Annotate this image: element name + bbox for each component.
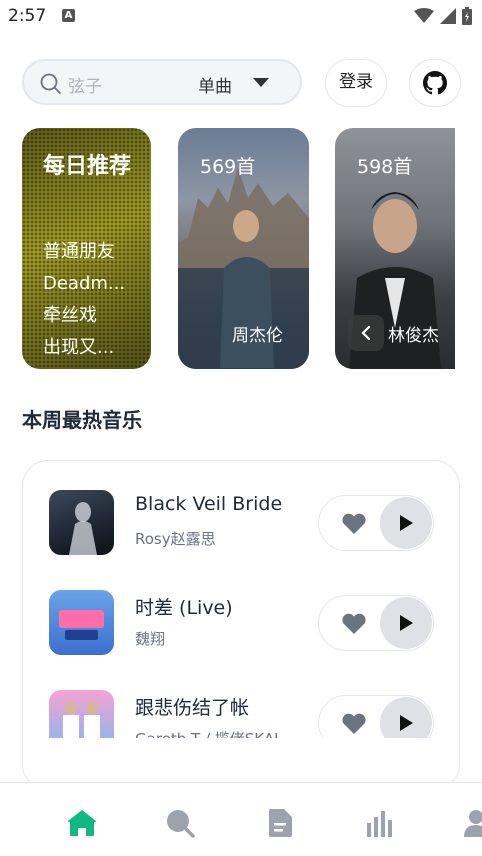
heart-icon[interactable] [341, 713, 367, 735]
status-time: 2:57 [8, 6, 47, 26]
list-item[interactable]: 时差 (Live) 魏翔 [23, 590, 459, 670]
list-item[interactable]: 跟悲伤结了帐 Gareth.T / 揽佬SKAI [23, 690, 459, 738]
bottom-nav [0, 783, 482, 856]
artist-song-count: 569首 [200, 156, 256, 178]
github-button[interactable] [409, 59, 461, 107]
daily-song: Deadm... [43, 273, 126, 294]
daily-card-title: 每日推荐 [43, 154, 132, 179]
list-item[interactable]: Black Veil Bride Rosy赵露思 [23, 490, 459, 570]
song-artist: Gareth.T / 揽佬SKAI [135, 728, 285, 738]
wifi-icon [414, 8, 434, 23]
status-icons [414, 7, 472, 25]
cover-art [69, 502, 97, 555]
heart-icon[interactable] [341, 513, 367, 535]
login-button[interactable]: 登录 [325, 59, 387, 107]
song-title: 跟悲伤结了帐 [135, 697, 250, 719]
carousel-prev-button[interactable] [348, 315, 384, 351]
search-type-select[interactable]: 单曲 [198, 72, 232, 97]
cover-art [59, 610, 104, 640]
play-icon [400, 715, 413, 731]
search-input[interactable]: 弦子 单曲 [22, 59, 302, 105]
nav-profile[interactable] [456, 803, 482, 843]
artist-card-jj[interactable]: 598首 林俊杰 [335, 128, 455, 369]
daily-recommend-card[interactable]: 每日推荐 普通朋友 Deadm... 牵丝戏 出现又... [22, 128, 151, 369]
play-button[interactable] [380, 497, 432, 549]
nav-charts[interactable] [360, 803, 400, 843]
search-icon [167, 810, 195, 838]
nav-search[interactable] [160, 803, 200, 843]
search-icon [40, 73, 61, 94]
user-icon [464, 810, 482, 837]
status-bar: 2:57 A [0, 0, 482, 34]
artist-card-jay[interactable]: 569首 周杰伦 [178, 128, 309, 369]
chevron-down-icon[interactable] [252, 77, 270, 88]
section-title: 本周最热音乐 [22, 408, 142, 432]
play-icon [400, 515, 413, 531]
cover-art [63, 701, 100, 738]
song-cover [49, 490, 114, 555]
song-actions [318, 695, 434, 738]
notification-icon: A [62, 9, 75, 22]
song-cover [49, 690, 114, 738]
song-artist: Rosy赵露思 [135, 530, 216, 548]
hot-song-list: Black Veil Bride Rosy赵露思 时差 (Live) 魏翔 跟悲… [22, 460, 460, 790]
song-actions [318, 595, 434, 651]
chart-icon [367, 811, 392, 837]
daily-song: 牵丝戏 [43, 305, 97, 326]
daily-song: 普通朋友 [43, 241, 115, 262]
song-actions [318, 495, 434, 551]
play-button[interactable] [380, 697, 432, 738]
artist-name: 周杰伦 [232, 326, 283, 346]
daily-song-list: 普通朋友 Deadm... 牵丝戏 出现又... [43, 236, 143, 364]
hot-song-list-viewport: Black Veil Bride Rosy赵露思 时差 (Live) 魏翔 跟悲… [23, 461, 459, 738]
chevron-left-icon [361, 325, 371, 341]
heart-icon[interactable] [341, 613, 367, 635]
signal-icon [440, 8, 456, 24]
home-icon [68, 810, 96, 836]
song-cover [49, 590, 114, 655]
search-placeholder: 弦子 [68, 77, 102, 97]
artist-name: 林俊杰 [388, 326, 439, 346]
nav-playlist[interactable] [260, 803, 300, 843]
battery-icon [462, 7, 472, 25]
daily-song: 出现又... [43, 337, 115, 358]
document-icon [269, 809, 292, 837]
github-icon [423, 71, 447, 95]
play-button[interactable] [380, 597, 432, 649]
play-icon [400, 615, 413, 631]
song-title: 时差 (Live) [135, 597, 233, 619]
artist-song-count: 598首 [357, 156, 413, 178]
song-title: Black Veil Bride [135, 493, 283, 515]
song-artist: 魏翔 [135, 630, 166, 648]
nav-home[interactable] [62, 803, 102, 843]
